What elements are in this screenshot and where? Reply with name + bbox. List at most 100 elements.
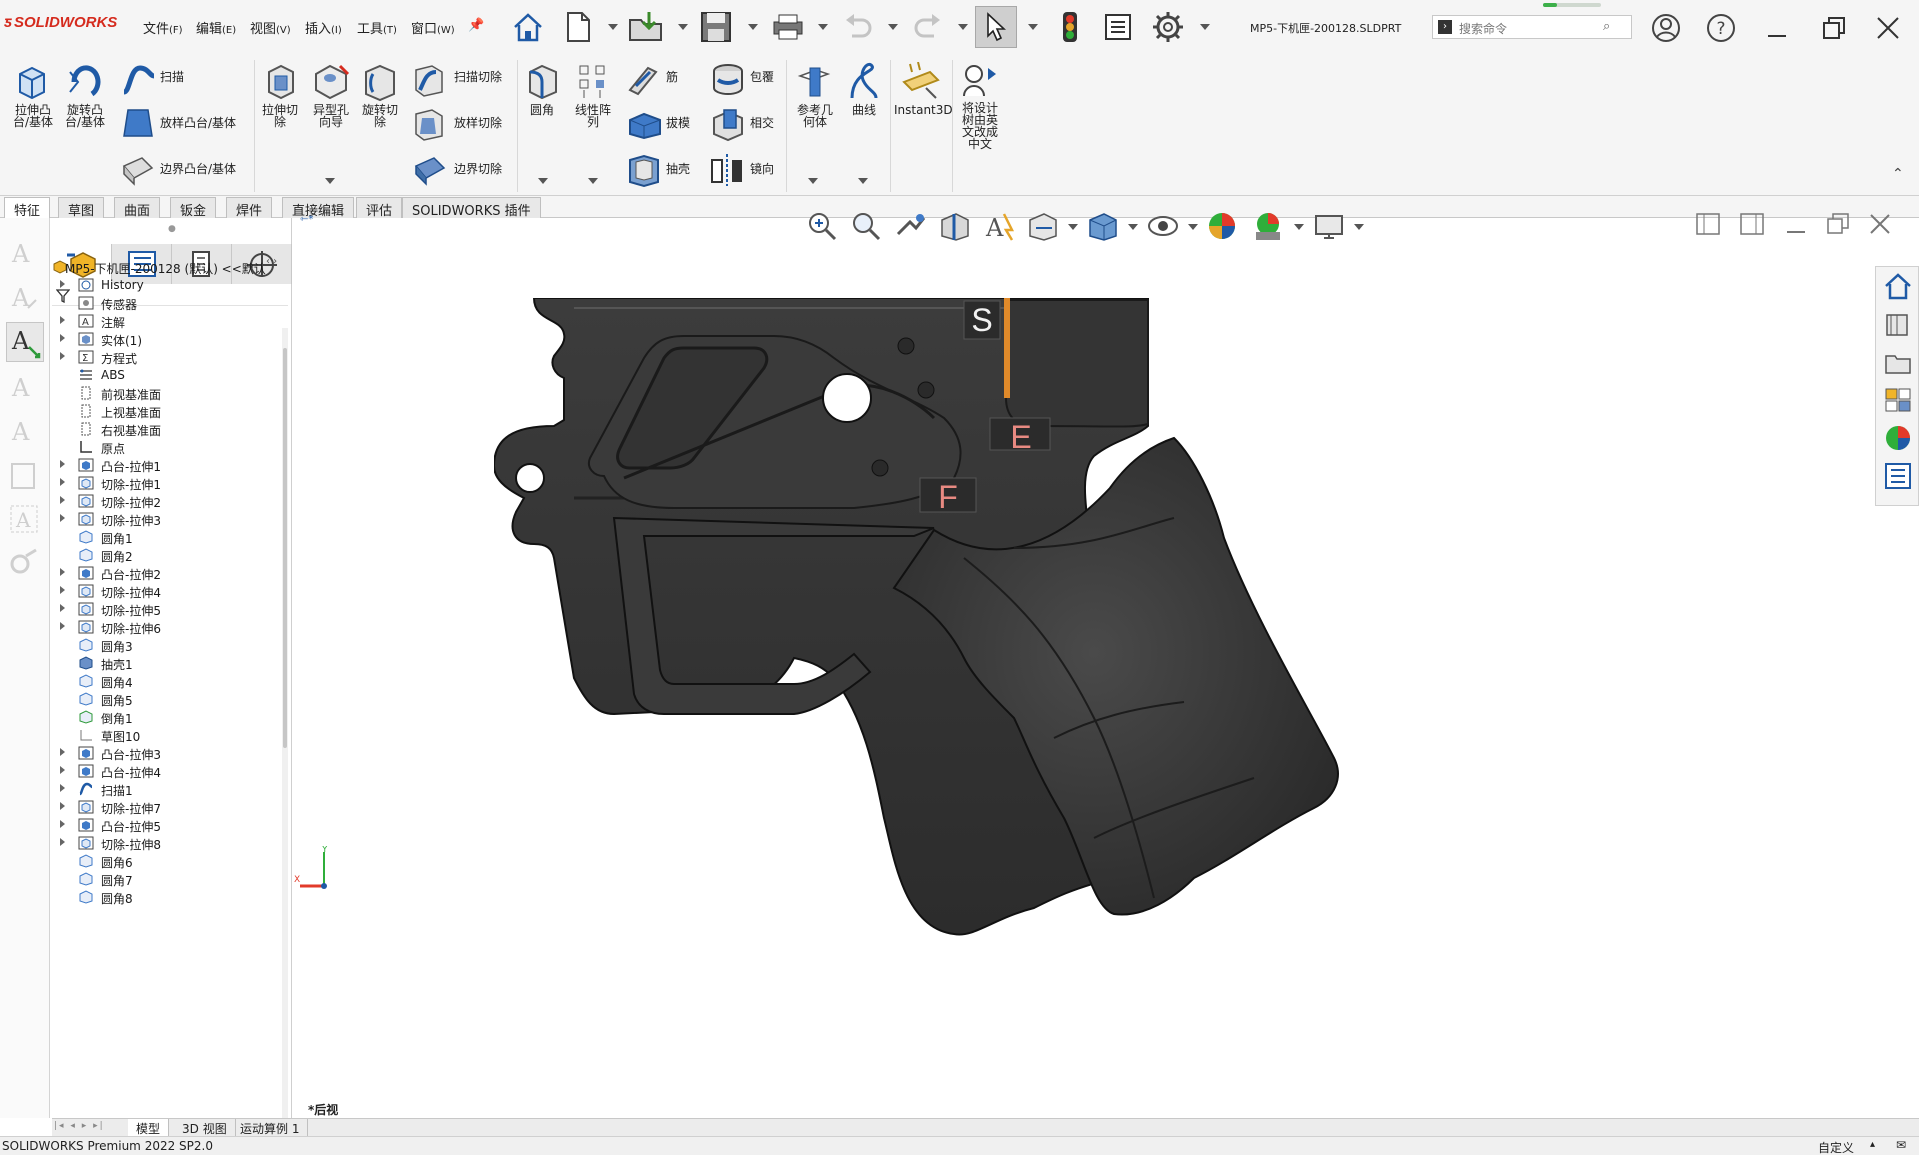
tab-sheet-metal[interactable]: 钣金 (170, 197, 217, 219)
rib-label[interactable]: 筋 (666, 71, 678, 83)
rib-icon[interactable] (626, 62, 660, 99)
viewport-restore-icon[interactable] (1824, 210, 1852, 238)
chevron-down-icon[interactable] (1188, 224, 1198, 230)
extrude-boss-label[interactable]: 拉伸凸 台/基体 (8, 104, 58, 128)
tree-item[interactable]: 圆角4 (52, 672, 280, 690)
tree-item[interactable]: A 注解 (52, 312, 280, 330)
expand-arrow-icon[interactable] (60, 748, 65, 756)
chevron-down-icon[interactable] (808, 178, 818, 184)
menu-view[interactable]: 视图(V) (250, 18, 291, 37)
expand-arrow-icon[interactable] (60, 820, 65, 828)
expand-arrow-icon[interactable] (60, 568, 65, 576)
boundary-cut-label[interactable]: 边界切除 (454, 163, 502, 175)
chevron-down-icon[interactable] (1200, 24, 1210, 30)
tree-item[interactable]: 凸台-拉伸1 (52, 456, 280, 474)
tree-item[interactable]: 切除-拉伸1 (52, 474, 280, 492)
wrap-icon[interactable] (710, 62, 746, 101)
tab-weldments[interactable]: 焊件 (226, 197, 273, 219)
tree-item[interactable]: ABS (52, 366, 280, 384)
expand-arrow-icon[interactable] (60, 460, 65, 468)
graphics-area[interactable]: ⇽* A S E F Y X (294, 213, 1919, 1118)
expand-arrow-icon[interactable] (60, 280, 65, 288)
boundary-boss-icon[interactable] (120, 152, 156, 189)
chevron-down-icon[interactable] (1068, 224, 1078, 230)
viewport-close-icon[interactable] (1866, 210, 1894, 238)
chevron-down-icon[interactable] (1294, 224, 1304, 230)
extrude-boss-icon[interactable] (14, 62, 50, 105)
view-settings-icon[interactable] (1312, 210, 1346, 242)
fillet-icon[interactable] (526, 62, 560, 103)
tab-model[interactable]: 模型 (128, 1119, 170, 1137)
tree-item[interactable]: 切除-拉伸2 (52, 492, 280, 510)
revolve-cut-label[interactable]: 旋转切 除 (356, 104, 404, 128)
menu-file[interactable]: 文件(F) (143, 18, 183, 37)
wrap-label[interactable]: 包覆 (750, 71, 774, 83)
tree-item[interactable]: 圆角1 (52, 528, 280, 546)
chevron-down-icon[interactable] (818, 24, 828, 30)
collapse-ribbon-icon[interactable]: ⌃ (1892, 166, 1904, 182)
pin-icon[interactable]: 📌 (468, 18, 484, 33)
expand-arrow-icon[interactable] (60, 766, 65, 774)
menu-tools[interactable]: 工具(T) (357, 18, 397, 37)
tree-item[interactable]: 倒角1 (52, 708, 280, 726)
expand-arrow-icon[interactable] (60, 334, 65, 342)
chevron-down-icon[interactable] (1354, 224, 1364, 230)
print-icon[interactable] (768, 6, 808, 48)
tab-surfaces[interactable]: 曲面 (114, 197, 161, 219)
translate-tree-icon[interactable] (960, 60, 1000, 103)
tree-item[interactable]: 前视基准面 (52, 384, 280, 402)
user-account-icon[interactable] (1646, 10, 1686, 46)
extrude-cut-icon[interactable] (264, 62, 298, 105)
menu-edit[interactable]: 编辑(E) (196, 18, 236, 37)
design-library-icon[interactable] (1880, 307, 1916, 341)
loft-boss-label[interactable]: 放样凸台/基体 (160, 117, 236, 129)
tree-item[interactable]: 抽壳1 (52, 654, 280, 672)
apply-scene-icon[interactable] (1252, 210, 1286, 242)
tree-item[interactable]: 上视基准面 (52, 402, 280, 420)
annotation-add-icon[interactable]: A (8, 370, 40, 407)
chevron-down-icon[interactable] (608, 24, 618, 30)
save-icon[interactable] (696, 6, 736, 48)
annotation-active-icon[interactable]: A (6, 322, 44, 362)
draft-label[interactable]: 拔模 (666, 117, 690, 129)
zoom-to-fit-icon[interactable] (806, 210, 838, 242)
tab-scroll-arrows-icon[interactable]: |◂ ◂ ▸ ▸| (54, 1121, 124, 1135)
instant3d-label[interactable]: Instant3D (894, 104, 953, 116)
close-icon[interactable] (1868, 10, 1908, 46)
intersect-icon[interactable] (710, 106, 746, 145)
model-lower-receiver[interactable]: S E F (494, 298, 1834, 1078)
search-input[interactable]: › 搜索命令 ⌕ (1432, 15, 1632, 39)
lofted-cut-label[interactable]: 放样切除 (454, 117, 502, 129)
expand-arrow-icon[interactable] (60, 802, 65, 810)
view-palette-icon[interactable] (1880, 383, 1916, 417)
expand-arrow-icon[interactable] (60, 784, 65, 792)
previous-view-icon[interactable] (894, 210, 928, 242)
tree-item[interactable]: 原点 (52, 438, 280, 456)
viewport-tile-right-icon[interactable] (1738, 210, 1766, 238)
solidworks-resources-icon[interactable] (1880, 269, 1916, 303)
expand-arrow-icon[interactable] (60, 352, 65, 360)
intersect-label[interactable]: 相交 (750, 117, 774, 129)
tree-item[interactable]: 草图10 (52, 726, 280, 744)
revolve-boss-icon[interactable] (66, 62, 104, 105)
shell-icon[interactable] (626, 152, 662, 191)
hole-wizard-label[interactable]: 异型孔 向导 (306, 104, 356, 128)
draft-icon[interactable] (626, 106, 664, 143)
tree-item[interactable]: 圆角2 (52, 546, 280, 564)
edit-appearance-icon[interactable] (1206, 210, 1240, 242)
display-style-icon[interactable] (1086, 210, 1120, 242)
tree-item[interactable]: 右视基准面 (52, 420, 280, 438)
instant3d-icon[interactable] (900, 61, 940, 105)
tab-evaluate[interactable]: 评估 (356, 197, 403, 219)
boundary-cut-icon[interactable] (412, 152, 448, 189)
swept-cut-icon[interactable] (412, 62, 446, 101)
annotation-lock-icon[interactable]: A (8, 414, 40, 451)
section-view-icon[interactable] (938, 210, 972, 242)
fillet-label[interactable]: 圆角 (522, 104, 562, 116)
reference-geometry-label[interactable]: 参考几 何体 (790, 104, 840, 128)
custom-properties-icon[interactable] (1880, 459, 1916, 493)
expand-arrow-icon[interactable] (60, 316, 65, 324)
linear-pattern-label[interactable]: 线性阵 列 (568, 104, 618, 128)
expand-arrow-icon[interactable] (60, 604, 65, 612)
expand-arrow-icon[interactable] (60, 586, 65, 594)
